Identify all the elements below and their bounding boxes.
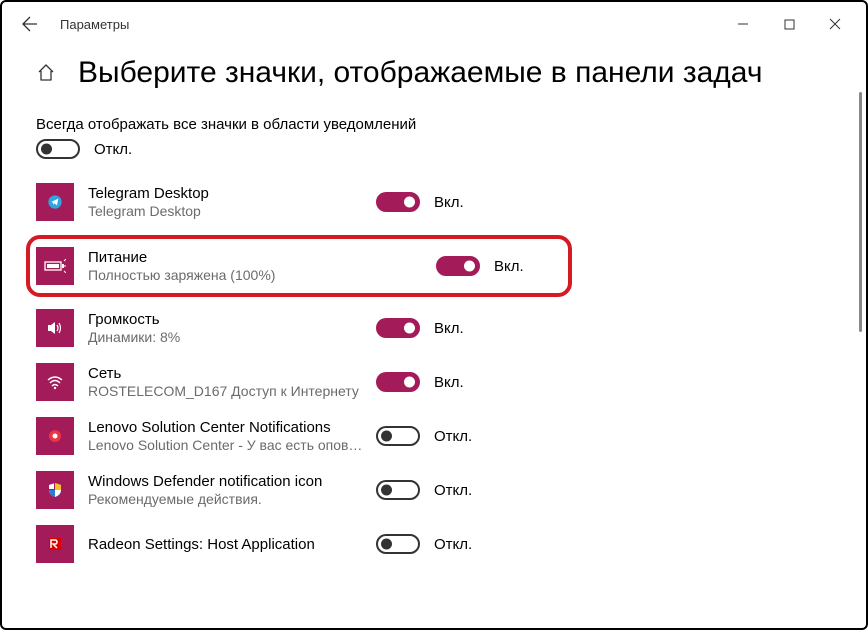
item-toggle[interactable]: [376, 318, 420, 338]
lenovo-icon: [36, 417, 74, 455]
item-title: Lenovo Solution Center Notifications: [88, 419, 364, 436]
item-texts: Radeon Settings: Host Application: [88, 536, 364, 553]
master-toggle-row: Откл.: [36, 139, 832, 159]
toggle-wrap: Вкл.: [436, 256, 562, 276]
scrollbar[interactable]: [859, 92, 862, 332]
wifi-icon: [36, 363, 74, 401]
minimize-icon: [737, 18, 749, 30]
toggle-wrap: Откл.: [376, 480, 522, 500]
list-item: ПитаниеПолностью заряжена (100%) Вкл.: [26, 235, 572, 297]
item-subtitle: ROSTELECOM_D167 Доступ к Интернету: [88, 383, 364, 399]
toggle-wrap: Откл.: [376, 534, 522, 554]
arrow-left-icon: [22, 16, 38, 32]
home-button[interactable]: [36, 63, 56, 83]
item-title: Сеть: [88, 365, 364, 382]
close-icon: [829, 18, 841, 30]
list-item: Lenovo Solution Center NotificationsLeno…: [36, 415, 832, 457]
toggle-state-label: Вкл.: [434, 194, 464, 211]
item-title: Громкость: [88, 311, 364, 328]
radeon-icon: [36, 525, 74, 563]
titlebar: Параметры: [2, 2, 866, 46]
item-title: Питание: [88, 249, 424, 266]
item-texts: ГромкостьДинамики: 8%: [88, 311, 364, 345]
close-button[interactable]: [812, 8, 858, 40]
item-toggle[interactable]: [376, 534, 420, 554]
page-heading: Выберите значки, отображаемые в панели з…: [78, 56, 762, 90]
list-item: Telegram DesktopTelegram Desktop Вкл.: [36, 181, 832, 223]
toggle-wrap: Откл.: [376, 426, 522, 446]
toggle-state-label: Откл.: [434, 428, 472, 445]
maximize-icon: [784, 19, 795, 30]
item-toggle[interactable]: [376, 426, 420, 446]
item-title: Radeon Settings: Host Application: [88, 536, 364, 553]
list-item: ГромкостьДинамики: 8% Вкл.: [36, 307, 832, 349]
toggle-wrap: Вкл.: [376, 318, 522, 338]
master-toggle[interactable]: [36, 139, 80, 159]
item-toggle[interactable]: [376, 372, 420, 392]
window-controls: [720, 8, 858, 40]
toggle-state-label: Вкл.: [434, 374, 464, 391]
volume-icon: [36, 309, 74, 347]
defender-icon: [36, 471, 74, 509]
item-toggle[interactable]: [376, 480, 420, 500]
item-title: Telegram Desktop: [88, 185, 364, 202]
toggle-state-label: Вкл.: [494, 258, 524, 275]
item-texts: Windows Defender notification iconРекоме…: [88, 473, 364, 507]
list-item: Radeon Settings: Host Application Откл.: [36, 523, 832, 565]
telegram-icon: [36, 183, 74, 221]
list-item: Windows Defender notification iconРекоме…: [36, 469, 832, 511]
toggle-state-label: Откл.: [434, 536, 472, 553]
master-toggle-state: Откл.: [94, 141, 132, 158]
item-subtitle: Рекомендуемые действия.: [88, 491, 364, 507]
item-title: Windows Defender notification icon: [88, 473, 364, 490]
item-toggle[interactable]: [436, 256, 480, 276]
master-toggle-label: Всегда отображать все значки в области у…: [36, 116, 832, 133]
item-subtitle: Динамики: 8%: [88, 329, 364, 345]
back-button[interactable]: [10, 4, 50, 44]
item-texts: ПитаниеПолностью заряжена (100%): [88, 249, 424, 283]
header-row: Выберите значки, отображаемые в панели з…: [36, 56, 832, 90]
toggle-state-label: Вкл.: [434, 320, 464, 337]
item-subtitle: Telegram Desktop: [88, 203, 364, 219]
icon-list: Telegram DesktopTelegram Desktop Вкл. Пита…: [36, 181, 832, 565]
window-title: Параметры: [60, 17, 129, 32]
item-texts: Lenovo Solution Center NotificationsLeno…: [88, 419, 364, 453]
item-toggle[interactable]: [376, 192, 420, 212]
toggle-state-label: Откл.: [434, 482, 472, 499]
item-subtitle: Lenovo Solution Center - У вас есть опов…: [88, 437, 364, 453]
content-area: Выберите значки, отображаемые в панели з…: [2, 56, 866, 565]
item-texts: СетьROSTELECOM_D167 Доступ к Интернету: [88, 365, 364, 399]
toggle-wrap: Вкл.: [376, 372, 522, 392]
maximize-button[interactable]: [766, 8, 812, 40]
battery-icon: [36, 247, 74, 285]
minimize-button[interactable]: [720, 8, 766, 40]
home-icon: [36, 63, 56, 83]
item-texts: Telegram DesktopTelegram Desktop: [88, 185, 364, 219]
item-subtitle: Полностью заряжена (100%): [88, 267, 424, 283]
toggle-wrap: Вкл.: [376, 192, 522, 212]
list-item: СетьROSTELECOM_D167 Доступ к Интернету Вк…: [36, 361, 832, 403]
